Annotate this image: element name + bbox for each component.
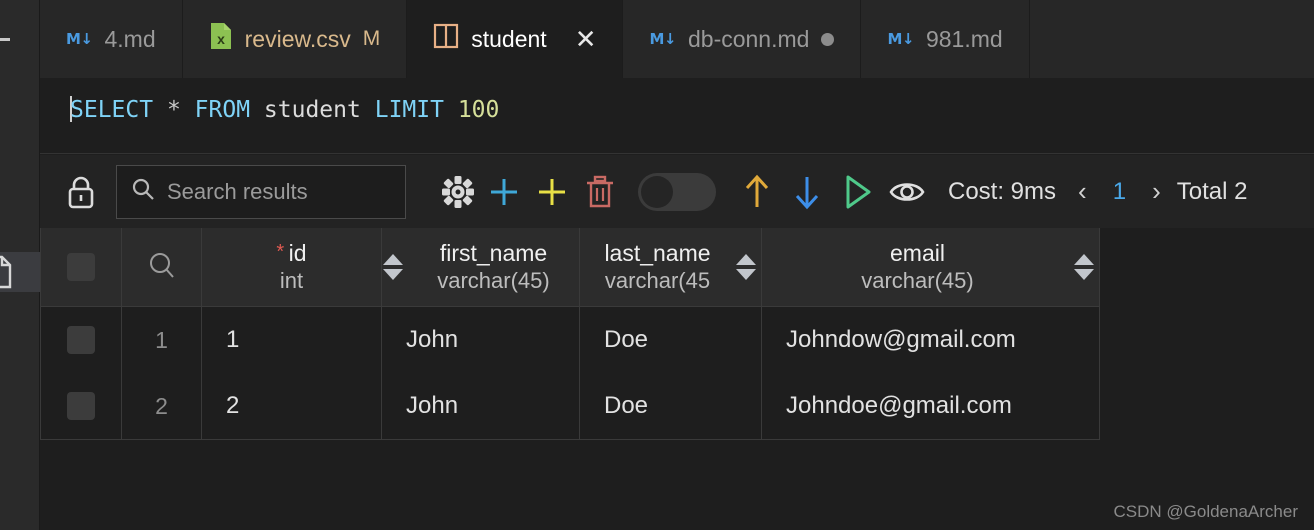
trash-icon[interactable]	[576, 169, 624, 215]
cell-id: 1	[226, 326, 240, 353]
page-number[interactable]: 1	[1113, 178, 1126, 206]
cell-id: 2	[226, 392, 240, 419]
row-number: 1	[121, 307, 201, 373]
markdown-icon: M↓	[66, 30, 93, 48]
row-search-cell[interactable]	[121, 228, 201, 306]
sql-editor[interactable]: SELECT * FROM student LIMIT 100	[40, 78, 1314, 154]
sort-desc-icon[interactable]	[736, 269, 756, 280]
tab-label: db-conn.md	[687, 25, 810, 52]
sort-asc-icon[interactable]	[1074, 254, 1094, 265]
sort-desc-icon[interactable]	[383, 269, 403, 280]
column-header-last-name[interactable]: last_name varchar(45	[579, 228, 761, 306]
eye-icon[interactable]	[882, 169, 932, 215]
sort-asc-icon[interactable]	[383, 254, 403, 265]
sql-token-limit: LIMIT	[374, 97, 444, 123]
column-header-id[interactable]: * id int	[201, 228, 381, 306]
column-type: varchar(45	[604, 267, 711, 293]
grid-header-row: * id int first_name varchar(45) last_nam…	[41, 228, 1099, 307]
tab-dirty-indicator	[821, 32, 835, 46]
cell-first-name: John	[406, 326, 459, 353]
sort-toggle-icon[interactable]	[735, 254, 757, 280]
column-type: int	[279, 267, 304, 293]
tab-label: 981.md	[925, 25, 1003, 52]
tab-label: 4.md	[104, 25, 156, 52]
search-icon	[131, 177, 155, 206]
search-icon[interactable]	[147, 250, 177, 285]
table-columns-icon	[433, 22, 459, 56]
tab-close-icon[interactable]: ✕	[575, 26, 597, 52]
column-type: varchar(45)	[861, 267, 974, 293]
toggle-knob	[641, 175, 673, 208]
tab-label: student	[471, 25, 547, 52]
watermark: CSDN @GoldenaArcher	[1113, 502, 1299, 521]
editor-tab-bar: M↓ 4.md x review.csv M student ✕ M↓ db-c…	[40, 0, 1314, 78]
cell-email: Johndoe@gmail.com	[786, 392, 1012, 419]
prev-page-icon[interactable]: ‹	[1078, 176, 1087, 207]
row-checkbox[interactable]	[67, 326, 95, 354]
cell-last-name: Doe	[604, 392, 649, 419]
rail-collapse-handle[interactable]	[0, 38, 10, 41]
row-checkbox-cell[interactable]	[41, 373, 121, 439]
file-document-icon	[0, 255, 12, 289]
row-checkbox-cell[interactable]	[41, 307, 121, 373]
column-name: email	[890, 240, 945, 267]
table-row[interactable]: 2 2 John Doe Johndoe@gmail.com	[41, 373, 1099, 439]
arrow-up-icon[interactable]	[732, 169, 782, 215]
cell-last-name: Doe	[604, 326, 649, 353]
gear-icon[interactable]	[436, 169, 480, 215]
sort-toggle-icon[interactable]	[382, 254, 404, 280]
sql-token-star: *	[166, 97, 181, 123]
csv-file-icon: x	[209, 22, 233, 56]
tab-4-md[interactable]: M↓ 4.md	[40, 0, 183, 78]
tab-db-conn-md[interactable]: M↓ db-conn.md	[623, 0, 862, 78]
column-name: last_name	[604, 240, 711, 267]
sort-toggle-icon[interactable]	[1073, 254, 1095, 280]
query-cost-label: Cost: 9ms	[948, 177, 1057, 205]
select-all-checkbox-cell[interactable]	[41, 228, 121, 306]
column-header-first-name[interactable]: first_name varchar(45)	[381, 228, 579, 306]
tab-student[interactable]: student ✕	[407, 0, 624, 78]
select-all-checkbox[interactable]	[67, 253, 95, 281]
sort-asc-icon[interactable]	[736, 254, 756, 265]
search-results-box[interactable]: Search results	[116, 164, 406, 219]
arrow-down-icon[interactable]	[782, 169, 832, 215]
column-type: varchar(45)	[437, 267, 550, 293]
cell-email: Johndow@gmail.com	[786, 326, 1016, 353]
column-name: first_name	[439, 240, 548, 267]
sql-token-from: FROM	[194, 97, 251, 123]
sql-query-line[interactable]: SELECT * FROM student LIMIT 100	[70, 96, 499, 123]
row-checkbox[interactable]	[67, 392, 95, 420]
results-toolbar: Search results Cost: 9ms ‹ 1 › Total 2	[40, 155, 1314, 228]
markdown-icon: M↓	[649, 30, 676, 48]
markdown-icon: M↓	[887, 30, 914, 48]
tab-981-md[interactable]: M↓ 981.md	[861, 0, 1030, 78]
search-input-placeholder: Search results	[167, 178, 308, 204]
sql-token-number: 100	[457, 97, 500, 123]
sort-desc-icon[interactable]	[1074, 269, 1094, 280]
cell-first-name: John	[406, 392, 459, 419]
edit-mode-toggle[interactable]	[638, 172, 716, 211]
row-number: 2	[121, 373, 201, 439]
sql-token-table: student	[263, 97, 361, 123]
activity-rail	[0, 0, 40, 530]
column-name: id	[288, 240, 307, 267]
column-header-email[interactable]: email varchar(45)	[761, 228, 1099, 306]
add-row-icon[interactable]	[480, 169, 528, 215]
tab-modified-flag: M	[362, 27, 381, 50]
sql-token-keyword: SELECT	[70, 97, 154, 123]
table-row[interactable]: 1 1 John Doe Johndow@gmail.com	[41, 307, 1099, 373]
tab-label: review.csv	[244, 25, 351, 52]
total-rows-label: Total 2	[1176, 177, 1248, 205]
tab-review-csv[interactable]: x review.csv M	[183, 0, 408, 78]
lock-closed-icon[interactable]	[58, 169, 104, 215]
play-icon[interactable]	[832, 169, 882, 215]
svg-text:x: x	[217, 31, 225, 47]
next-page-icon[interactable]: ›	[1152, 176, 1161, 207]
rail-item-file[interactable]	[0, 252, 40, 292]
add-column-icon[interactable]	[528, 169, 576, 215]
results-grid: * id int first_name varchar(45) last_nam…	[40, 228, 1100, 440]
primary-key-marker: *	[276, 241, 285, 264]
